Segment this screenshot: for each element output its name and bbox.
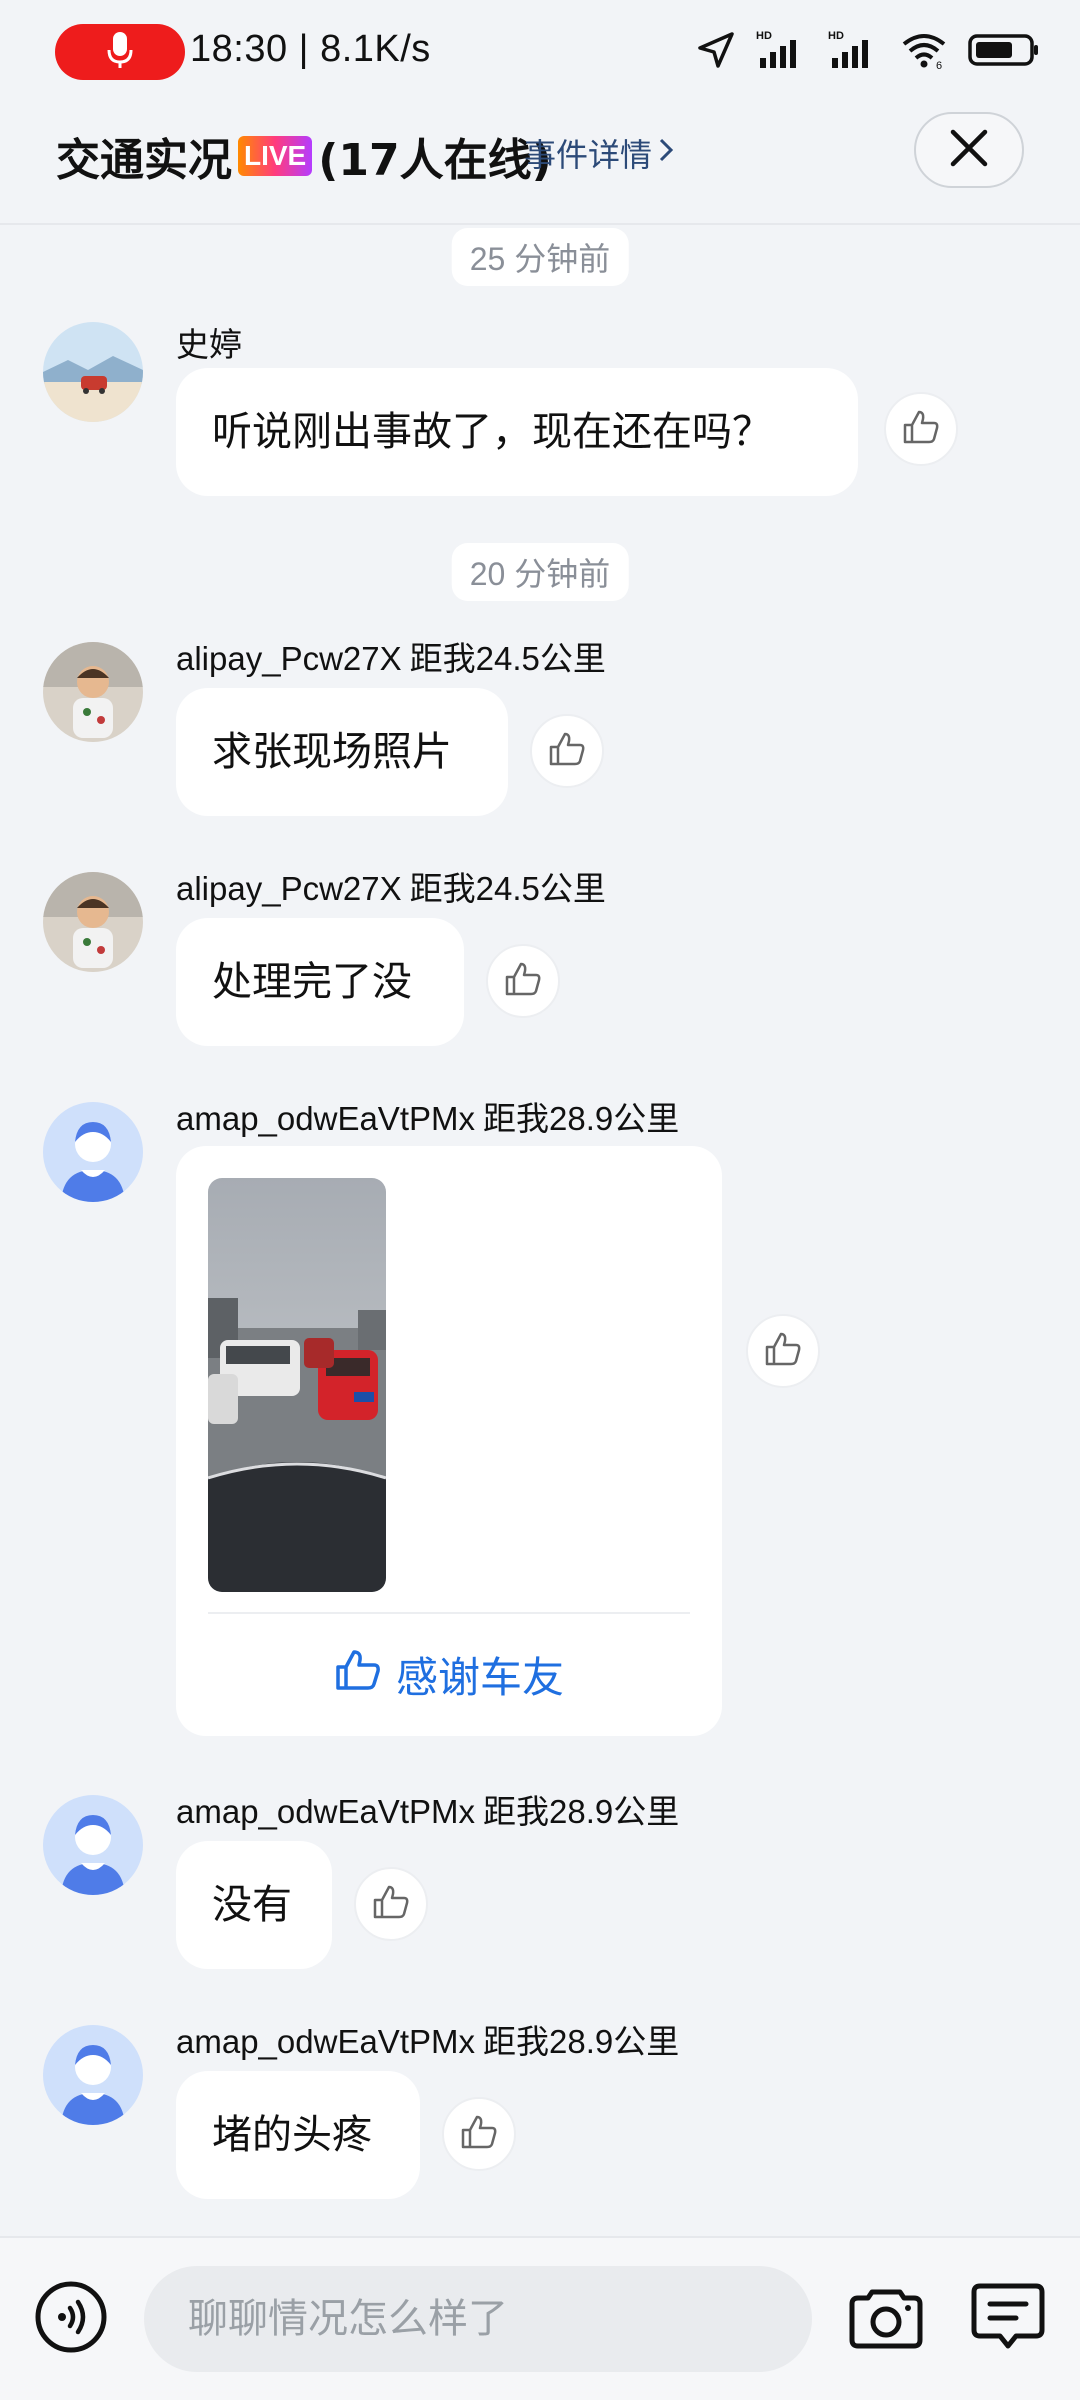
comment-button[interactable]: [970, 2278, 1046, 2354]
username: amap_odwEaVtPMx: [176, 2023, 475, 2060]
close-button[interactable]: [914, 112, 1024, 188]
recording-indicator[interactable]: [55, 24, 185, 80]
status-time-speed: 18:30 | 8.1K/s: [190, 28, 431, 70]
like-button[interactable]: [442, 2097, 516, 2171]
page-title: 交通实况 LIVE (17人在线): [56, 124, 552, 188]
event-detail-link[interactable]: 事件详情: [524, 130, 674, 176]
like-button[interactable]: [530, 714, 604, 788]
time-separator: 25 分钟前: [451, 228, 629, 286]
event-detail-label: 事件详情: [524, 136, 653, 174]
message-meta: amap_odwEaVtPMx 距我28.9公里: [176, 2015, 679, 2063]
default-user-avatar-icon: [43, 2025, 143, 2125]
thumbs-up-icon: [371, 1882, 411, 1926]
wifi-icon: 6: [900, 30, 948, 74]
chat-input[interactable]: [144, 2266, 812, 2372]
avatar[interactable]: [43, 1102, 143, 1202]
thumbs-up-icon: [459, 2112, 499, 2156]
online-count: (17人在线): [318, 135, 552, 186]
landscape-car-avatar-icon: [43, 322, 143, 422]
message-meta: amap_odwEaVtPMx 距我28.9公里: [176, 1785, 679, 1833]
avatar[interactable]: [43, 322, 143, 422]
like-button[interactable]: [486, 944, 560, 1018]
traffic-live-chat-screen: 18:30 | 8.1K/s HD HD 6 交通实况 LIVE (17人在线)…: [0, 0, 1080, 2400]
title-text: 交通实况: [56, 135, 232, 186]
traffic-photo[interactable]: [208, 1178, 386, 1592]
wifi-label: 6: [936, 60, 942, 70]
bottom-input-bar: [0, 2236, 1080, 2400]
message-bubble: 求张现场照片: [176, 688, 508, 816]
traffic-photo-image: [208, 1178, 386, 1592]
distance: 距我24.5公里: [409, 870, 606, 907]
hd-label: HD: [756, 30, 772, 42]
camera-button[interactable]: [848, 2278, 924, 2354]
distance: 距我28.9公里: [482, 2023, 680, 2060]
chevron-right-icon: [658, 134, 674, 172]
username: alipay_Pcw27X: [176, 870, 402, 907]
hd-label: HD: [828, 30, 844, 42]
signal-icon: HD: [756, 30, 808, 74]
time-separator: 20 分钟前: [451, 543, 629, 601]
live-badge: LIVE: [238, 136, 313, 176]
thumbs-up-icon: [763, 1329, 803, 1373]
voice-icon: [34, 2281, 108, 2358]
child-photo-avatar-icon: [43, 872, 143, 972]
distance: 距我28.9公里: [482, 1100, 680, 1137]
username: amap_odwEaVtPMx: [176, 1793, 475, 1830]
status-icons: HD HD 6: [696, 30, 1040, 74]
avatar[interactable]: [43, 2025, 143, 2125]
default-user-avatar-icon: [43, 1795, 143, 1895]
message-meta: alipay_Pcw27X 距我24.5公里: [176, 862, 606, 910]
thumbs-up-icon: [547, 729, 587, 773]
thumbs-up-icon: [503, 959, 543, 1003]
message-bubble: 堵的头疼: [176, 2071, 420, 2199]
signal-icon: HD: [828, 30, 880, 74]
camera-icon: [848, 2289, 924, 2358]
username: alipay_Pcw27X: [176, 640, 402, 677]
message-bubble: 没有: [176, 1841, 332, 1969]
username: 史婷: [176, 326, 242, 363]
like-button[interactable]: [746, 1314, 820, 1388]
voice-button[interactable]: [34, 2280, 108, 2354]
status-bar: 18:30 | 8.1K/s HD HD 6: [0, 0, 1080, 100]
card-divider: [208, 1612, 690, 1614]
avatar[interactable]: [43, 872, 143, 972]
thumbs-up-icon: [901, 407, 941, 451]
like-button[interactable]: [884, 392, 958, 466]
thank-driver-button[interactable]: 感谢车友: [176, 1644, 722, 1705]
distance: 距我28.9公里: [482, 1793, 680, 1830]
location-arrow-icon: [696, 30, 736, 74]
default-user-avatar-icon: [43, 1102, 143, 1202]
child-photo-avatar-icon: [43, 642, 143, 742]
header: 交通实况 LIVE (17人在线) 事件详情: [0, 100, 1080, 225]
thumbs-up-icon: [334, 1648, 382, 1702]
message-meta: alipay_Pcw27X 距我24.5公里: [176, 632, 606, 680]
username: amap_odwEaVtPMx: [176, 1100, 475, 1137]
comment-icon: [970, 2283, 1046, 2358]
close-icon: [947, 126, 991, 174]
photo-card: 感谢车友: [176, 1146, 722, 1736]
message-bubble: 处理完了没: [176, 918, 464, 1046]
message-bubble: 听说刚出事故了，现在还在吗？: [176, 368, 858, 496]
avatar[interactable]: [43, 642, 143, 742]
message-meta: amap_odwEaVtPMx 距我28.9公里: [176, 1092, 679, 1140]
distance: 距我24.5公里: [409, 640, 606, 677]
like-button[interactable]: [354, 1867, 428, 1941]
avatar[interactable]: [43, 1795, 143, 1895]
thank-driver-label: 感谢车友: [395, 1653, 564, 1702]
mic-icon: [106, 30, 134, 74]
battery-icon: [968, 32, 1040, 72]
